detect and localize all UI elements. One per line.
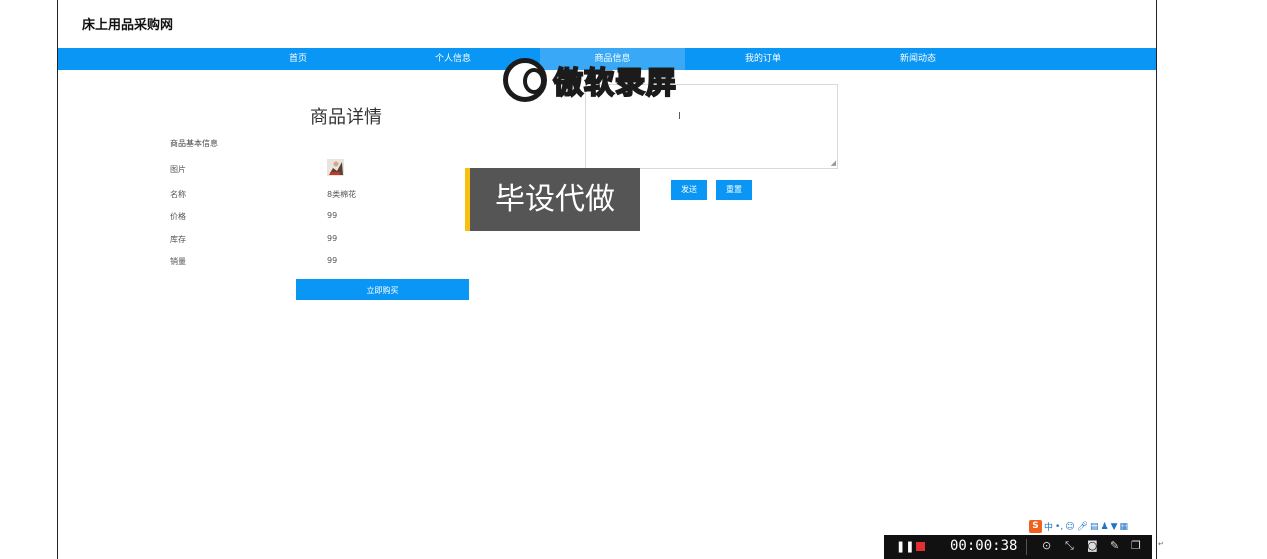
section-label: 商品基本信息 [170,139,218,148]
buy-now-button[interactable]: 立即购买 [296,279,469,300]
watermark-text: 傲软录屏 [552,65,677,102]
ime-toolbar: S 中 •, ☺ 🎤︎ ▤ ♟ ▼ ▦ [1029,520,1128,533]
nav-item-news[interactable]: 新闻动态 [868,48,968,70]
mic-icon[interactable]: 🎤︎ [1077,522,1088,532]
field-value-stock: 99 [327,234,338,243]
nav-item-home[interactable]: 首页 [248,48,348,70]
resize-handle-icon[interactable]: ◢ [831,159,836,167]
grid-icon[interactable]: ▦ [1120,522,1129,532]
camera-icon[interactable]: ◙ [1087,539,1098,552]
field-label-price: 价格 [170,212,186,221]
reset-button[interactable]: 重置 [716,180,752,200]
page-title: 商品详情 [310,107,382,128]
window-icon[interactable]: ❐ [1131,539,1141,552]
recorder-logo-icon [503,58,547,102]
field-label-sales: 销量 [170,257,186,266]
stop-icon[interactable] [916,542,925,551]
nav-item-profile[interactable]: 个人信息 [403,48,503,70]
site-title: 床上用品采购网 [82,18,174,33]
recording-timer: 00:00:38 [950,538,1018,554]
pen-icon[interactable]: ✎ [1110,539,1119,552]
nav-item-orders[interactable]: 我的订单 [713,48,813,70]
emoji-icon[interactable]: ☺ [1065,522,1074,532]
punctuation-icon[interactable]: •, [1055,522,1063,532]
text-cursor: I [678,111,681,122]
keyboard-icon[interactable]: ▤ [1090,522,1099,532]
product-thumbnail [327,159,344,176]
recorder-watermark: 傲软录屏 [503,56,677,104]
recorder-toolbar: ❚❚ 00:00:38 ⊙ ⤡ ◙ ✎ ❐ [884,535,1152,559]
edge-mark-icon: ↵ [1158,540,1164,548]
field-value-sales: 99 [327,256,338,265]
user-icon[interactable]: ♟ [1101,522,1109,532]
field-label-image: 图片 [170,165,186,174]
pause-icon[interactable]: ❚❚ [896,540,914,553]
collapse-icon[interactable]: ⤡ [1065,539,1074,553]
field-value-name: 8类棉花 [327,190,357,199]
ime-lang[interactable]: 中 [1044,520,1053,533]
send-button[interactable]: 发送 [671,180,707,200]
field-value-price: 99 [327,211,338,220]
field-label-stock: 库存 [170,235,186,244]
skin-icon[interactable]: ▼ [1111,522,1118,532]
zoom-icon[interactable]: ⊙ [1042,539,1051,552]
toolbar-divider [1026,539,1027,555]
overlay-badge: 毕设代做 [465,168,640,231]
sogou-logo-icon: S [1029,520,1042,533]
field-label-name: 名称 [170,190,186,199]
